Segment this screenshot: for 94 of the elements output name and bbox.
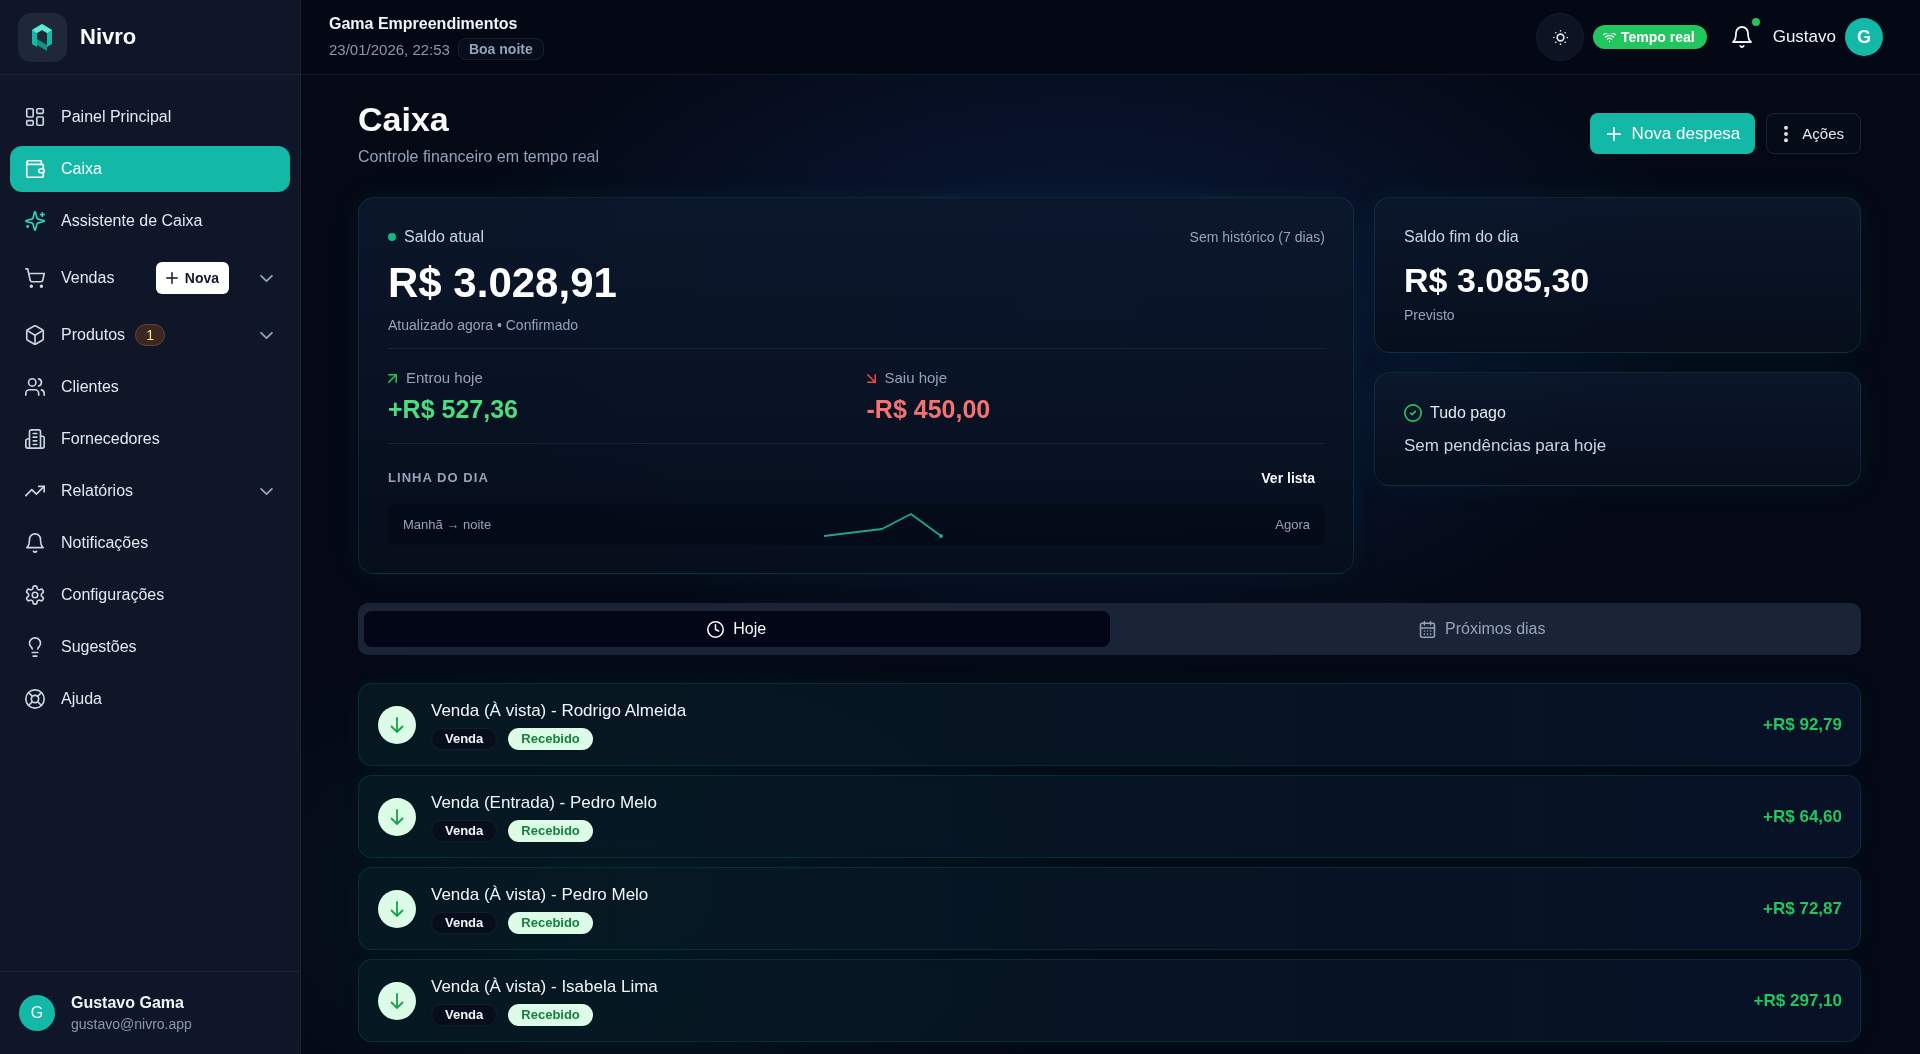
theme-toggle-button[interactable] bbox=[1536, 13, 1585, 61]
category-tag: Venda bbox=[431, 1003, 498, 1026]
category-tag: Venda bbox=[431, 819, 498, 842]
arrow-down-right-icon bbox=[866, 373, 876, 383]
plus-icon bbox=[165, 272, 178, 284]
dashboard-grid-icon bbox=[24, 106, 46, 128]
balance-meta: Atualizado agora • Confirmado bbox=[388, 316, 579, 334]
bell-icon[interactable] bbox=[1731, 26, 1752, 48]
company-name: Gama Empreendimentos bbox=[329, 14, 518, 34]
flow-label: Entrou hoje bbox=[406, 369, 483, 387]
balance-amount: R$ 3.028,91 bbox=[388, 259, 617, 307]
page-subtitle: Controle financeiro em tempo real bbox=[358, 147, 599, 167]
logo-icon bbox=[18, 12, 67, 62]
plus-icon bbox=[1606, 126, 1621, 141]
status-tag: Recebido bbox=[508, 1003, 593, 1026]
transaction-amount: +R$ 297,10 bbox=[1753, 990, 1842, 1011]
forecast-note: Previsto bbox=[1404, 306, 1455, 324]
clock-icon bbox=[707, 620, 725, 638]
arrow-down-icon bbox=[378, 705, 416, 744]
tab[interactable]: Hoje bbox=[364, 611, 1110, 647]
box-icon bbox=[24, 324, 46, 346]
people-icon bbox=[24, 376, 46, 398]
chevron-down-icon[interactable] bbox=[260, 330, 273, 340]
tab[interactable]: Próximos dias bbox=[1109, 611, 1855, 647]
timeline-end-label: Agora bbox=[1275, 517, 1310, 532]
greeting-tag: Boa noite bbox=[457, 38, 544, 60]
nav-item[interactable]: Painel Principal bbox=[10, 94, 290, 140]
status-tag: Recebido bbox=[508, 819, 593, 842]
transaction-row[interactable]: Venda (Entrada) - Pedro Melo Venda Recebido +R$ 64,60 bbox=[358, 775, 1861, 858]
brand-name: Nivro bbox=[80, 24, 137, 50]
nav-item[interactable]: Fornecedores bbox=[10, 416, 290, 462]
category-tag: Venda bbox=[431, 727, 498, 750]
transaction-amount: +R$ 92,79 bbox=[1763, 714, 1842, 735]
pending-text: Sem pendências para hoje bbox=[1404, 435, 1607, 457]
view-list-link[interactable]: Ver lista bbox=[1261, 470, 1315, 486]
nav-item[interactable]: Clientes bbox=[10, 364, 290, 410]
arrow-up-right-icon bbox=[388, 373, 397, 383]
category-tag: Venda bbox=[431, 911, 498, 934]
date-time: 23/01/2026, 22:53 bbox=[329, 40, 450, 58]
forecast-label: Saldo fim do dia bbox=[1404, 227, 1519, 247]
wifi-icon bbox=[1603, 32, 1617, 42]
transaction-title: Venda (À vista) - Rodrigo Almeida bbox=[431, 699, 687, 722]
building-icon bbox=[24, 428, 46, 450]
transaction-title: Venda (À vista) - Isabela Lima bbox=[431, 975, 658, 998]
status-tag: Recebido bbox=[508, 911, 593, 934]
section-title: LINHA DO DIA bbox=[388, 470, 489, 486]
transaction-row[interactable]: Venda (À vista) - Isabela Lima Venda Recebido +R$ 297,10 bbox=[358, 959, 1861, 1042]
count-badge: 1 bbox=[135, 324, 166, 346]
status-tag: Recebido bbox=[508, 727, 593, 750]
pending-title: Tudo pago bbox=[1430, 403, 1506, 423]
actions-menu-button[interactable]: Ações bbox=[1766, 113, 1861, 154]
history-note: Sem histórico (7 dias) bbox=[1189, 229, 1325, 245]
nav-item[interactable]: Ajuda bbox=[10, 676, 290, 722]
bell-icon bbox=[24, 532, 46, 554]
forecast-amount: R$ 3.085,30 bbox=[1404, 260, 1590, 300]
sun-icon bbox=[1552, 29, 1568, 45]
check-circle-icon bbox=[1404, 404, 1422, 422]
page-title: Caixa bbox=[358, 99, 449, 139]
nav-item[interactable]: Sugestões bbox=[10, 624, 290, 670]
balance-label: Saldo atual bbox=[404, 227, 485, 247]
status-dot-icon bbox=[388, 233, 396, 241]
arrow-down-icon bbox=[378, 797, 416, 836]
status-label: Tempo real bbox=[1621, 29, 1695, 45]
settings-icon bbox=[24, 584, 46, 606]
user-name[interactable]: Gustavo bbox=[1772, 27, 1836, 47]
nav-item[interactable]: Produtos 1 bbox=[10, 312, 290, 358]
nav-item[interactable]: Notificações bbox=[10, 520, 290, 566]
sparkle-icon bbox=[24, 210, 46, 232]
lifebuoy-icon bbox=[24, 688, 46, 710]
flow-amount: -R$ 450,00 bbox=[866, 394, 991, 424]
nav-item[interactable]: Relatórios bbox=[10, 468, 290, 514]
transaction-title: Venda (À vista) - Pedro Melo bbox=[431, 883, 649, 906]
flow-amount: +R$ 527,36 bbox=[388, 394, 518, 424]
wallet-icon bbox=[24, 158, 46, 180]
user-email: gustavo@nivro.app bbox=[71, 1016, 192, 1032]
user-name: Gustavo Gama bbox=[71, 994, 184, 1012]
nav-item[interactable]: Vendas Nova bbox=[10, 250, 290, 306]
nav-item[interactable]: Assistente de Caixa bbox=[10, 198, 290, 244]
more-icon bbox=[1784, 125, 1789, 142]
transaction-row[interactable]: Venda (À vista) - Rodrigo Almeida Venda Recebido +R$ 92,79 bbox=[358, 683, 1861, 766]
transaction-row[interactable]: Venda (À vista) - Pedro Melo Venda Recebido +R$ 72,87 bbox=[358, 867, 1861, 950]
cart-icon bbox=[24, 267, 46, 289]
transaction-amount: +R$ 72,87 bbox=[1763, 898, 1842, 919]
add-button[interactable]: Nova bbox=[155, 262, 229, 294]
chevron-down-icon[interactable] bbox=[260, 273, 273, 283]
nav-item[interactable]: Configurações bbox=[10, 572, 290, 618]
chevron-down-icon[interactable] bbox=[260, 486, 273, 496]
transaction-amount: +R$ 64,60 bbox=[1763, 806, 1842, 827]
timeline-start-label: Manhã → noite bbox=[403, 517, 492, 532]
arrow-down-icon bbox=[378, 889, 416, 928]
flow-label: Saiu hoje bbox=[884, 369, 948, 387]
calendar-icon bbox=[1419, 620, 1436, 638]
arrow-down-icon bbox=[378, 981, 416, 1020]
transaction-title: Venda (Entrada) - Pedro Melo bbox=[431, 791, 657, 814]
